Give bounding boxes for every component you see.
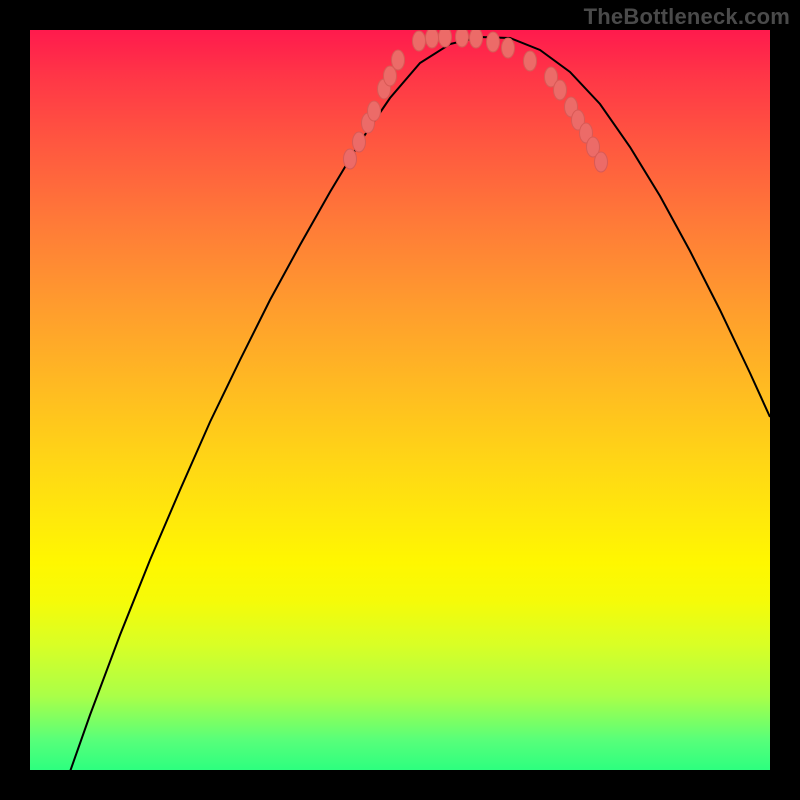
marker-point bbox=[439, 30, 452, 47]
marker-point bbox=[470, 30, 483, 48]
chart-frame: TheBottleneck.com bbox=[0, 0, 800, 800]
marker-point bbox=[502, 38, 515, 58]
bottleneck-curve bbox=[60, 37, 770, 770]
plot-area bbox=[30, 30, 770, 770]
marker-point bbox=[554, 80, 567, 100]
chart-overlay bbox=[30, 30, 770, 770]
marker-point bbox=[353, 132, 366, 152]
marker-point bbox=[368, 101, 381, 121]
marker-point bbox=[487, 32, 500, 52]
marker-point bbox=[392, 50, 405, 70]
marker-point bbox=[595, 152, 608, 172]
watermark-text: TheBottleneck.com bbox=[584, 4, 790, 30]
marker-point bbox=[413, 31, 426, 51]
marker-point bbox=[524, 51, 537, 71]
highlight-markers bbox=[344, 30, 608, 172]
marker-point bbox=[344, 149, 357, 169]
marker-point bbox=[456, 30, 469, 47]
marker-point bbox=[426, 30, 439, 48]
